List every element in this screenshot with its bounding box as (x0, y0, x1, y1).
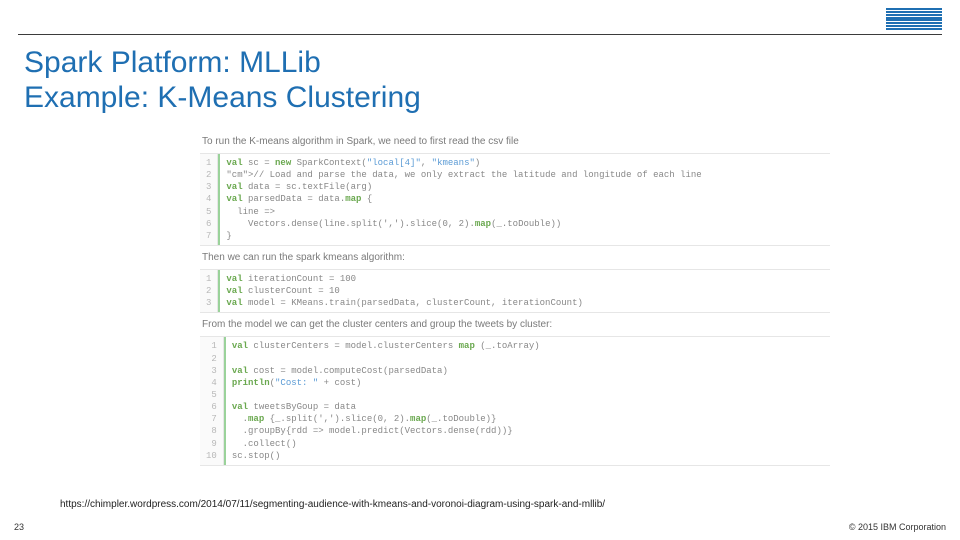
page-number: 23 (14, 522, 24, 532)
code-lines: val iterationCount = 100 val clusterCoun… (218, 270, 830, 312)
title-line-2: Example: K-Means Clustering (24, 81, 421, 116)
narration-1: To run the K-means algorithm in Spark, w… (202, 136, 830, 147)
ibm-logo (886, 8, 942, 30)
code-lines: val sc = new SparkContext("local[4]", "k… (218, 154, 830, 245)
line-numbers: 1 2 3 4 5 6 7 8 9 10 (200, 337, 224, 464)
line-numbers: 1 2 3 (200, 270, 218, 312)
code-block-3: 1 2 3 4 5 6 7 8 9 10 val clusterCenters … (200, 336, 830, 465)
source-url: https://chimpler.wordpress.com/2014/07/1… (60, 499, 605, 510)
narration-2: Then we can run the spark kmeans algorit… (202, 252, 830, 263)
line-numbers: 1 2 3 4 5 6 7 (200, 154, 218, 245)
content-area: To run the K-means algorithm in Spark, w… (200, 130, 830, 472)
header-rule (18, 34, 942, 35)
code-lines: val clusterCenters = model.clusterCenter… (224, 337, 830, 464)
code-block-2: 1 2 3 val iterationCount = 100 val clust… (200, 269, 830, 313)
slide-title: Spark Platform: MLLib Example: K-Means C… (24, 46, 421, 115)
code-block-1: 1 2 3 4 5 6 7 val sc = new SparkContext(… (200, 153, 830, 246)
title-line-1: Spark Platform: MLLib (24, 46, 421, 81)
copyright: © 2015 IBM Corporation (849, 522, 946, 532)
narration-3: From the model we can get the cluster ce… (202, 319, 830, 330)
